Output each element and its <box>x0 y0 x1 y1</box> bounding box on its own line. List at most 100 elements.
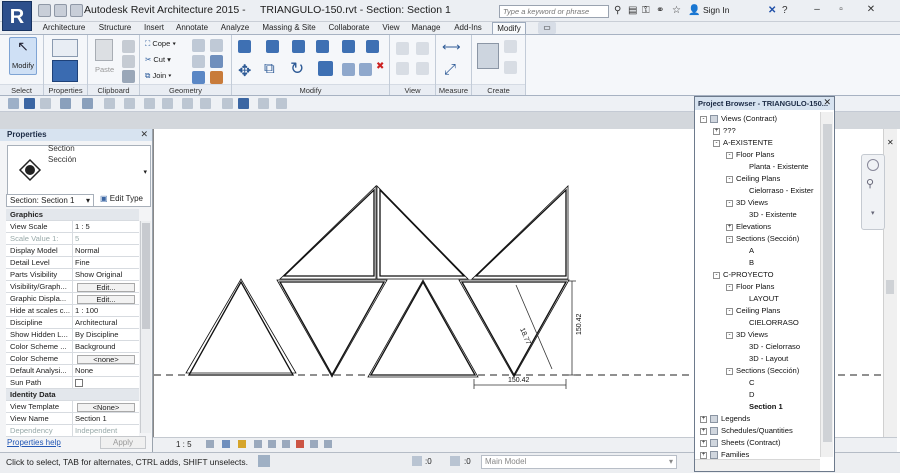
hide-icon[interactable] <box>396 42 409 55</box>
collapse-icon[interactable]: - <box>726 331 733 339</box>
tab-architecture[interactable]: Architecture <box>38 22 90 34</box>
canvas-scroll-thumb[interactable] <box>886 280 894 294</box>
property-value[interactable]: Architectural <box>72 317 139 328</box>
tab-structure[interactable]: Structure <box>94 22 136 34</box>
favorites-icon[interactable]: ⚭ <box>656 5 664 16</box>
create-parts-icon[interactable] <box>504 40 517 53</box>
scale-icon[interactable] <box>359 63 372 76</box>
browser-tree-item[interactable]: - Floor Plans <box>726 149 774 161</box>
help-icon[interactable]: ? <box>782 5 788 16</box>
properties-scrollbar[interactable] <box>140 221 151 433</box>
browser-tree-item[interactable]: LAYOUT <box>739 293 779 305</box>
tab-add-ins[interactable]: Add-Ins <box>448 22 488 34</box>
property-value[interactable] <box>72 377 139 388</box>
collapse-icon[interactable]: - <box>713 271 720 279</box>
geometry-tool-2-icon[interactable] <box>210 39 223 52</box>
join-button[interactable]: ⧉ Join ▾ <box>145 71 171 81</box>
navigation-bar[interactable]: ⚲ ▾ <box>861 154 885 230</box>
expand-icon[interactable]: + <box>700 427 707 435</box>
property-value[interactable]: By Discipline <box>72 329 139 340</box>
browser-tree-item[interactable]: -3D Views <box>726 197 768 209</box>
expand-icon[interactable]: + <box>726 223 733 231</box>
tab-massing-site[interactable]: Massing & Site <box>258 22 320 34</box>
app-menu-button[interactable]: R <box>2 1 32 31</box>
expand-icon[interactable]: + <box>713 127 720 135</box>
tab-modify[interactable]: Modify <box>492 22 526 34</box>
paste-icon[interactable] <box>95 39 113 61</box>
section-qat-icon[interactable] <box>222 98 233 109</box>
browser-tree-item[interactable]: 3D - Existente <box>739 209 797 221</box>
shadows-icon[interactable] <box>254 440 262 448</box>
browser-tree-item[interactable]: -3D Views <box>726 329 768 341</box>
move-icon[interactable]: ✥ <box>238 61 251 81</box>
editable-only-icon[interactable] <box>412 456 422 466</box>
property-row[interactable]: Sun Path <box>6 377 139 389</box>
property-row[interactable]: Display Model Normal <box>6 245 139 257</box>
browser-tree-item[interactable]: - Ceiling Plans <box>726 173 780 185</box>
3d-view-icon[interactable] <box>200 98 211 109</box>
cut-clip-icon[interactable] <box>122 55 135 68</box>
rotate-icon[interactable]: ↻ <box>290 59 304 79</box>
geometry-tool-1-icon[interactable] <box>192 39 205 52</box>
tab-manage[interactable]: Manage <box>408 22 444 34</box>
geometry-tool-3-icon[interactable] <box>192 55 205 68</box>
browser-tree-item[interactable]: CIELORRASO <box>739 317 799 329</box>
override-icon[interactable] <box>416 42 429 55</box>
analytical-icon[interactable] <box>324 440 332 448</box>
tab-annotate[interactable]: Annotate <box>172 22 212 34</box>
view-tool-icon[interactable] <box>416 62 429 75</box>
search-input[interactable]: Type a keyword or phrase <box>499 5 609 18</box>
browser-tree-item[interactable]: Planta - Existente <box>739 161 809 173</box>
property-value[interactable]: Fine <box>72 257 139 268</box>
switch-windows-icon[interactable] <box>276 98 287 109</box>
property-value[interactable]: Show Original <box>72 269 139 280</box>
copy-modify-icon[interactable]: ⧉ <box>264 60 275 77</box>
create-assembly-icon[interactable] <box>477 43 499 69</box>
type-dropdown-icon[interactable]: ▾ <box>143 168 147 176</box>
tab-analyze[interactable]: Analyze <box>216 22 254 34</box>
browser-tree-item[interactable]: Cielorraso - Exister <box>739 185 814 197</box>
cut-button[interactable]: ✂ Cut ▾ <box>145 55 171 64</box>
collapse-icon[interactable]: - <box>726 151 733 159</box>
trim-icon[interactable] <box>318 61 333 76</box>
collapse-icon[interactable]: - <box>726 307 733 315</box>
view-scale[interactable]: 1 : 5 <box>176 440 192 449</box>
offset-icon[interactable] <box>266 40 279 53</box>
sun-path-checkbox[interactable] <box>75 379 83 387</box>
property-row[interactable]: Hide at scales c... 1 : 100 <box>6 305 139 317</box>
browser-tree-item[interactable]: +??? <box>713 125 736 137</box>
dimension-vertical[interactable]: 150.42 <box>576 313 583 335</box>
property-row[interactable]: Discipline Architectural <box>6 317 139 329</box>
expand-icon[interactable]: + <box>700 415 707 423</box>
show-crop-icon[interactable] <box>282 440 290 448</box>
property-edit-button[interactable]: Edit... <box>77 295 135 304</box>
property-row[interactable]: Parts Visibility Show Original <box>6 269 139 281</box>
measure-qat-icon[interactable] <box>124 98 135 109</box>
browser-tree-item[interactable]: D <box>739 389 754 401</box>
save-icon[interactable] <box>54 4 67 17</box>
browser-tree-item[interactable]: + Legends <box>700 413 750 425</box>
browser-tree-item[interactable]: - Ceiling Plans <box>726 305 780 317</box>
sync-icon[interactable] <box>40 98 51 109</box>
visual-style-icon[interactable] <box>222 440 230 448</box>
reveal-hidden-icon[interactable] <box>310 440 318 448</box>
property-edit-button[interactable]: Edit... <box>77 283 135 292</box>
dimension-icon[interactable]: ⤢ <box>444 61 456 78</box>
property-value[interactable]: 1 : 100 <box>72 305 139 316</box>
tab-collaborate[interactable]: Collaborate <box>324 22 374 34</box>
expand-icon[interactable]: + <box>700 439 707 447</box>
mirror-axis-icon[interactable] <box>292 40 305 53</box>
split-icon[interactable] <box>342 40 355 53</box>
property-row[interactable]: Color Scheme ... Background <box>6 341 139 353</box>
modify-button[interactable]: ↖ Modify <box>9 37 37 75</box>
dimension-horizontal[interactable]: 150.42 <box>508 377 530 384</box>
property-row[interactable]: Identity Data <box>6 389 139 401</box>
property-value[interactable]: Independent <box>72 425 139 436</box>
properties-help-link[interactable]: Properties help <box>7 438 61 447</box>
property-row[interactable]: Default Analysi... None <box>6 365 139 377</box>
collapse-icon[interactable]: - <box>726 367 733 375</box>
property-value[interactable]: None <box>72 365 139 376</box>
edit-type-button[interactable]: ▣ Edit Type <box>100 194 143 203</box>
property-row[interactable]: Color Scheme <none> <box>6 353 139 365</box>
browser-tree-item[interactable]: 3D - Layout <box>739 353 788 365</box>
